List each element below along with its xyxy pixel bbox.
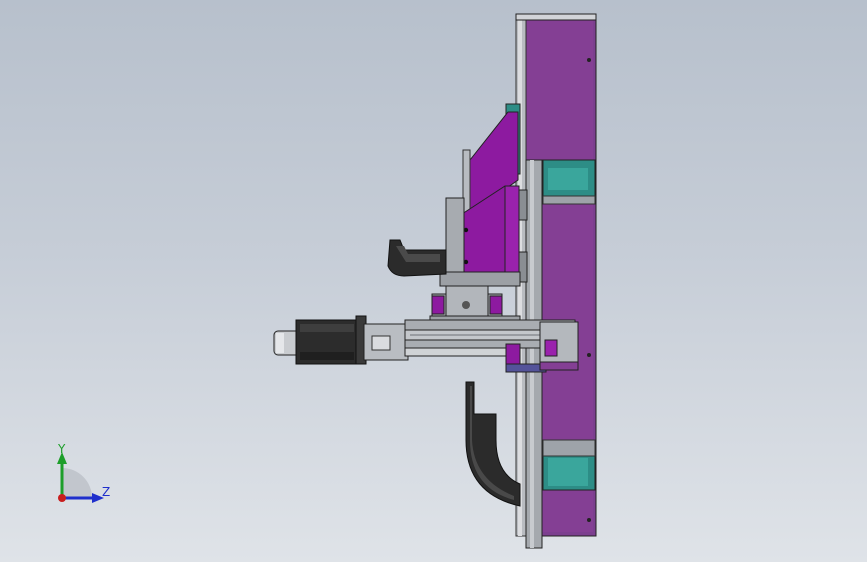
y-axis-label: Y bbox=[58, 442, 66, 456]
cad-model[interactable] bbox=[0, 0, 867, 562]
z-axis-label: Z bbox=[102, 485, 111, 499]
graphics-viewport[interactable]: Y Z bbox=[0, 0, 867, 562]
teal-bracket-lower[interactable] bbox=[542, 439, 596, 491]
slider-block[interactable] bbox=[429, 285, 521, 325]
x-axis-dot bbox=[58, 494, 66, 502]
servo-motor[interactable] bbox=[273, 315, 367, 365]
top-cap bbox=[515, 13, 597, 21]
curved-chute[interactable] bbox=[465, 381, 521, 507]
gripper-claw[interactable] bbox=[387, 239, 447, 277]
teal-bracket-upper[interactable] bbox=[542, 159, 596, 205]
orientation-triad bbox=[57, 452, 104, 503]
linear-actuator[interactable] bbox=[363, 319, 579, 373]
